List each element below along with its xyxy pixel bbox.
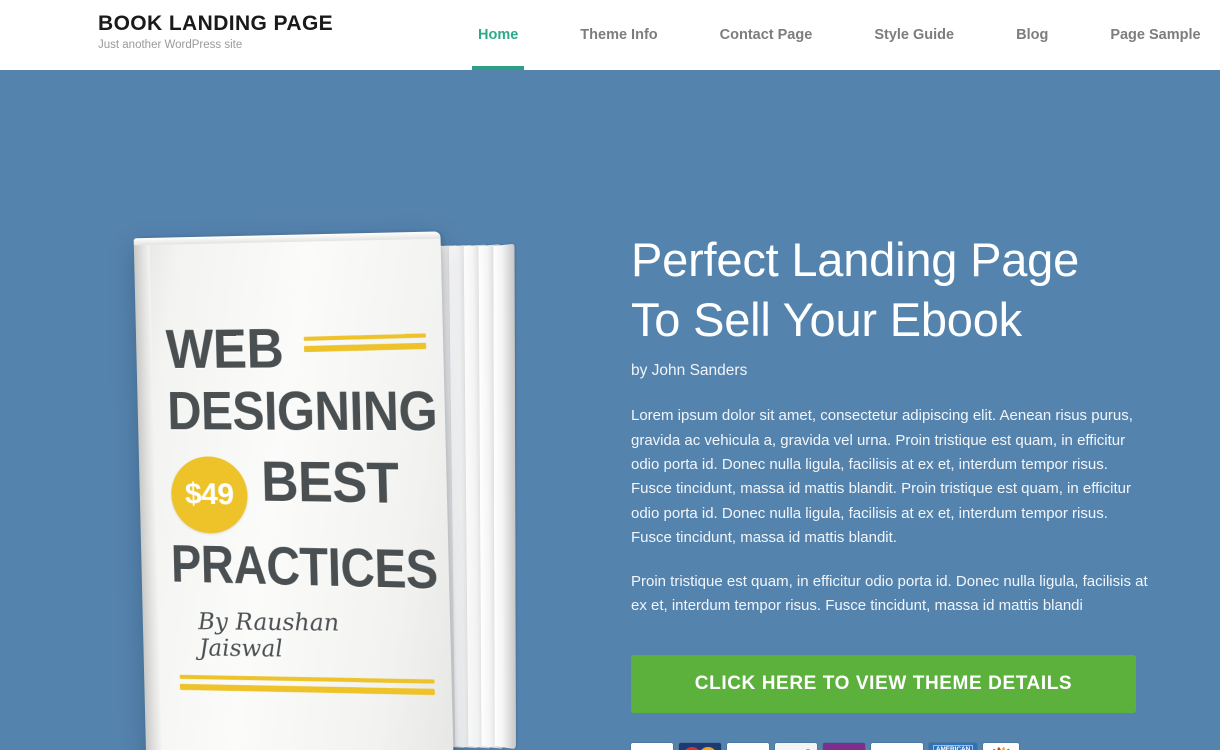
book-word-best: BEST [260, 449, 400, 516]
site-tagline: Just another WordPress site [98, 39, 243, 52]
hero-title: Perfect Landing Page To Sell Your Ebook [631, 230, 1151, 350]
mastercard-icon: MasterCard [679, 742, 721, 750]
amex-line-1: AMERICAN [932, 745, 974, 750]
hero-section: WEB DESIGNING $49 BEST PRACTICES By Raus… [0, 70, 1220, 750]
hero-content: Perfect Landing Page To Sell Your Ebook … [631, 230, 1151, 750]
book-accent-rules-top [303, 333, 427, 357]
bitcoin-icon: ₿ bitcoin [871, 742, 923, 750]
discover-icon: DISCOVER [775, 742, 817, 750]
book-front-cover: WEB DESIGNING $49 BEST PRACTICES By Raus… [133, 231, 455, 750]
main-navigation: Home Theme Info Contact Page Style Guide… [460, 0, 1219, 70]
nav-item-home[interactable]: Home [460, 0, 536, 70]
nav-item-blog[interactable]: Blog [998, 0, 1066, 70]
paypal-icon: PayPal [727, 742, 769, 750]
hero-title-line-2: To Sell Your Ebook [631, 293, 1022, 347]
book-price-text: $49 [184, 477, 234, 512]
visa-icon: VISA [631, 742, 673, 750]
hero-title-line-1: Perfect Landing Page [631, 233, 1080, 286]
nav-item-style-guide[interactable]: Style Guide [856, 0, 972, 70]
book-accent-rules-bottom [179, 672, 435, 697]
book-title-row-web: WEB [165, 316, 427, 381]
amex-icon: AMERICAN EXPRESS [929, 742, 977, 750]
site-title[interactable]: BOOK LANDING PAGE [98, 12, 333, 36]
book-word-practices: PRACTICES [170, 534, 439, 602]
view-theme-details-button[interactable]: CLICK HERE TO VIEW THEME DETAILS [631, 654, 1136, 713]
site-header: BOOK LANDING PAGE Just another WordPress… [0, 0, 1220, 70]
book-cover-text: WEB DESIGNING $49 BEST PRACTICES By Raus… [165, 316, 439, 750]
hero-paragraph-2: Proin tristique est quam, in efficitur o… [631, 573, 1148, 615]
book-author-line: By Raushan Jaiswal [197, 608, 340, 663]
hero-paragraph-1: Lorem ipsum dolor sit amet, consectetur … [631, 407, 1133, 546]
book-price-badge: $49 [170, 456, 249, 535]
book-mockup: WEB DESIGNING $49 BEST PRACTICES By Raus… [128, 230, 528, 750]
google-wallet-icon [983, 742, 1019, 750]
book-title-row-best: $49 BEST [168, 449, 431, 543]
site-branding[interactable]: BOOK LANDING PAGE Just another WordPress… [98, 12, 333, 53]
skrill-icon: Skrill [823, 742, 865, 750]
book-word-designing: DESIGNING [166, 379, 438, 443]
nav-item-theme-info[interactable]: Theme Info [562, 0, 675, 70]
book-word-web: WEB [165, 316, 284, 381]
nav-item-contact-page[interactable]: Contact Page [702, 0, 831, 70]
payment-methods: VISA MasterCard PayPal DISCOVER Skrill [631, 742, 1151, 750]
book-cover-image: WEB DESIGNING $49 BEST PRACTICES By Raus… [128, 230, 528, 750]
hero-byline: by John Sanders [631, 362, 748, 380]
nav-item-page-sample[interactable]: Page Sample [1092, 0, 1218, 70]
